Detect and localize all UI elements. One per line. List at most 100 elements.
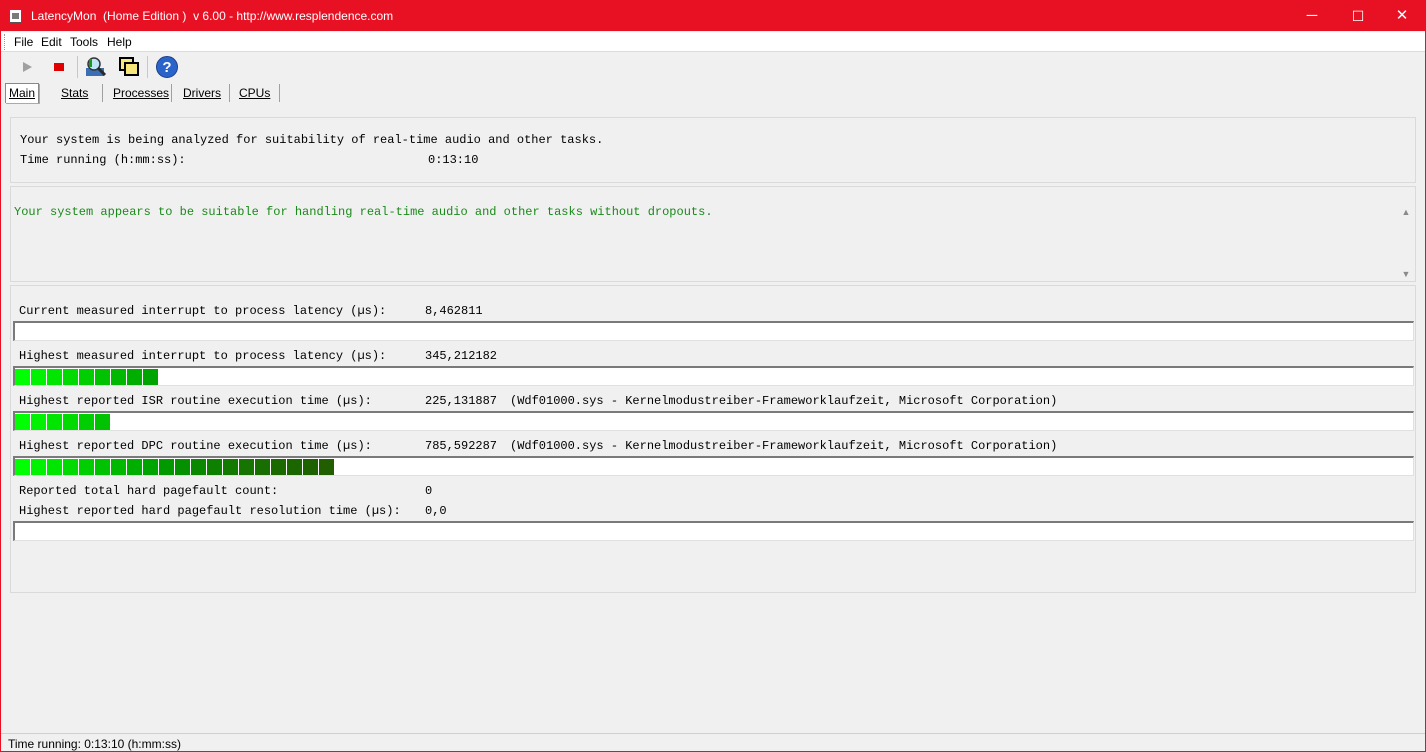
latency-bar-segment [95,459,110,475]
status-bar: Time running: 0:13:10 (h:mm:ss) [1,733,1425,751]
tab-main[interactable]: Main [5,83,40,103]
latency-bar-segment [319,459,334,475]
metric-detail: (Wdf01000.sys - Kernelmodustreiber-Frame… [510,394,1058,408]
metric-value: 785,592287 [425,439,498,453]
window-title: LatencyMon (Home Edition ) v 6.00 - http… [31,9,394,23]
metric-label: Highest reported ISR routine execution t… [19,394,372,408]
latency-bar-segment [79,369,94,385]
latency-bar-segment [255,459,270,475]
play-icon [23,62,32,72]
latency-bar-segment [47,414,62,430]
stop-button[interactable] [47,55,71,79]
latency-bar-segment [303,459,318,475]
tab-drivers[interactable]: Drivers [183,83,221,103]
latency-bar-segment [63,459,78,475]
latency-bar-segment [63,369,78,385]
status-bar-text: Time running: 0:13:10 (h:mm:ss) [8,737,181,751]
toolbar: ? [1,53,401,81]
copy-button[interactable] [117,55,141,79]
tab-separator [279,84,280,102]
latency-bar-segment [15,369,30,385]
metric-detail: (Wdf01000.sys - Kernelmodustreiber-Frame… [510,439,1058,453]
svg-text:?: ? [162,59,171,76]
title-bar[interactable]: LatencyMon (Home Edition ) v 6.00 - http… [1,1,1425,31]
scroll-down-icon[interactable]: ▼ [1401,269,1411,279]
app-icon[interactable] [9,9,22,23]
menu-file[interactable]: File [14,35,33,49]
metric-value: 225,131887 [425,394,498,408]
highest-isr-bar [13,411,1414,431]
latency-bar-segment [95,414,110,430]
help-button[interactable]: ? [155,55,179,79]
latency-bar-segment [15,414,30,430]
tab-processes[interactable]: Processes [113,83,169,103]
latency-bar-segment [111,459,126,475]
tab-cpus[interactable]: CPUs [239,83,270,103]
latency-bar-segment [79,414,94,430]
menu-tools[interactable]: Tools [70,35,98,49]
latency-bar-segment [31,414,46,430]
menu-grip [4,34,7,50]
copy-windows-icon [119,57,139,76]
analysis-message: Your system is being analyzed for suitab… [20,133,604,147]
latency-bar-segment [95,369,110,385]
latency-bar-segment [223,459,238,475]
metric-value: 0,0 [425,504,447,518]
help-icon: ? [156,56,178,78]
metric-value: 8,462811 [425,304,483,318]
highest-dpc-bar [13,456,1414,476]
maximize-button[interactable]: ☐ [1335,1,1381,31]
stop-icon [54,63,64,71]
metric-label: Highest measured interrupt to process la… [19,349,387,363]
time-running-value: 0:13:10 [428,153,479,167]
pagefault-time-bar [13,521,1414,541]
latency-bar-segment [239,459,254,475]
metric-label: Highest reported hard pagefault resoluti… [19,504,401,518]
latency-bar-segment [127,459,142,475]
latency-bar-segment [111,369,126,385]
report-button[interactable] [84,55,108,79]
latency-bar-segment [271,459,286,475]
latency-bar-segment [159,459,174,475]
tab-separator [229,84,230,102]
latency-bar-segment [143,459,158,475]
latency-bar-segment [31,369,46,385]
app-window: LatencyMon (Home Edition ) v 6.00 - http… [0,0,1426,752]
latency-bar-segment [175,459,190,475]
highest-latency-bar [13,366,1414,386]
latency-bar-segment [31,459,46,475]
latency-bar-segment [79,459,94,475]
latency-bar-segment [47,459,62,475]
search-report-icon [86,57,107,77]
scroll-up-icon[interactable]: ▲ [1401,207,1411,217]
latency-bar-segment [63,414,78,430]
latency-bar-segment [127,369,142,385]
start-button[interactable] [15,55,39,79]
tab-strip: Main Stats Processes Drivers CPUs [1,82,401,104]
current-latency-bar [13,321,1414,341]
status-panel: Your system is being analyzed for suitab… [10,117,1416,183]
toolbar-separator [147,56,148,78]
latency-bar-segment [287,459,302,475]
minimize-button[interactable]: ─ [1289,1,1335,31]
metric-value: 345,212182 [425,349,498,363]
latency-bar-segment [191,459,206,475]
menu-help[interactable]: Help [107,35,132,49]
close-button[interactable]: ✕ [1379,1,1425,31]
time-running-label: Time running (h:mm:ss): [20,153,186,167]
metric-label: Highest reported DPC routine execution t… [19,439,372,453]
latency-bar-segment [15,459,30,475]
toolbar-separator [77,56,78,78]
verdict-panel: Your system appears to be suitable for h… [10,186,1416,282]
verdict-text: Your system appears to be suitable for h… [14,205,713,219]
tab-separator [171,84,172,102]
tab-separator [102,84,103,102]
metric-label: Current measured interrupt to process la… [19,304,387,318]
latency-bar-segment [207,459,222,475]
latency-bar-segment [47,369,62,385]
menu-edit[interactable]: Edit [41,35,62,49]
metric-value: 0 [425,484,433,498]
menu-bar: File Edit Tools Help [1,32,1425,52]
tab-stats[interactable]: Stats [61,83,88,103]
metric-label: Reported total hard pagefault count: [19,484,279,498]
